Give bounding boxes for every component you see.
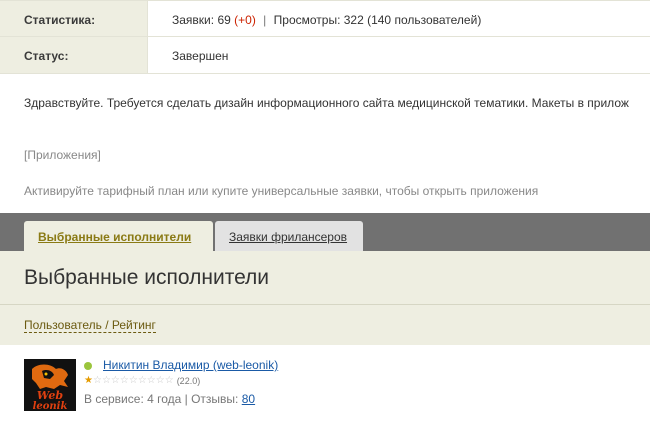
project-description: Здравствуйте. Требуется сделать дизайн и…: [24, 96, 629, 110]
star-icon: ☆: [110, 375, 120, 386]
selected-performers-section: Выбранные исполнители Пользователь / Рей…: [0, 251, 650, 345]
status-label: Статус:: [0, 37, 148, 73]
requests-label: Заявки:: [172, 13, 215, 27]
star-icon: ☆: [137, 375, 147, 386]
status-value: Завершен: [172, 49, 229, 63]
tab-selected-performers[interactable]: Выбранные исполнители: [24, 221, 213, 251]
star-icon: ☆: [128, 375, 138, 386]
sort-user-rating-link[interactable]: Пользователь / Рейтинг: [24, 319, 156, 333]
lion-logo-icon: Web leonik: [24, 359, 76, 411]
stats-row: Статистика: Заявки: 69 (+0) | Просмотры:…: [0, 0, 650, 37]
avatar-text-leonik: leonik: [33, 401, 68, 411]
star-icon: ☆: [146, 375, 156, 386]
stats-label: Статистика:: [0, 1, 148, 36]
tab-freelancer-requests[interactable]: Заявки фрилансеров: [215, 221, 363, 251]
reviews-count-link[interactable]: 80: [242, 392, 255, 406]
views-count: Просмотры: 322 (140 пользователей): [273, 13, 482, 27]
stats-value: Заявки: 69 (+0) | Просмотры: 322 (140 по…: [148, 1, 650, 36]
online-status-icon: [84, 362, 92, 370]
tabs-bar: Выбранные исполнители Заявки фрилансеров: [0, 213, 650, 251]
star-icon: ☆: [101, 375, 111, 386]
requests-count: 69: [217, 13, 231, 27]
star-icon: ☆: [119, 375, 129, 386]
status-row: Статус: Завершен: [0, 37, 650, 74]
stats-separator: |: [263, 13, 267, 27]
user-meta: В сервисе: 4 года | Отзывы: 80: [84, 392, 255, 406]
star-icon: ☆: [164, 375, 174, 386]
star-icon: ★: [84, 375, 93, 386]
star-icon: ☆: [92, 375, 102, 386]
section-title: Выбранные исполнители: [24, 266, 270, 289]
rating-stars: ★ ☆ ☆ ☆ ☆ ☆ ☆ ☆ ☆ ☆ (22.0): [84, 375, 201, 387]
activate-notice: Активируйте тарифный план или купите уни…: [24, 184, 539, 198]
project-info-table: Статистика: Заявки: 69 (+0) | Просмотры:…: [0, 0, 650, 74]
requests-delta: (+0): [234, 13, 256, 27]
attachments-label: [Приложения]: [24, 148, 101, 162]
star-icon: ☆: [155, 375, 165, 386]
user-meta-text: В сервисе: 4 года | Отзывы:: [84, 392, 239, 406]
avatar[interactable]: Web leonik: [24, 359, 76, 411]
user-name-link[interactable]: Никитин Владимир (web-leonik): [103, 358, 278, 372]
user-list-item: Web leonik Никитин Владимир (web-leonik)…: [24, 358, 624, 414]
rating-value: (22.0): [176, 376, 201, 386]
section-divider: [0, 304, 650, 305]
